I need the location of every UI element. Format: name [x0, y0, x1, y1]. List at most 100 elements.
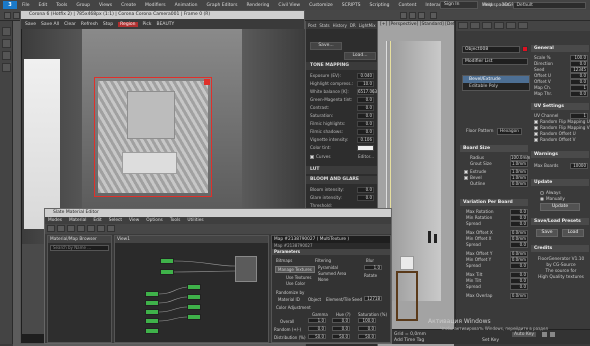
- add-time-tag[interactable]: Add Time Tag: [394, 338, 424, 343]
- menu-file[interactable]: File: [22, 3, 30, 8]
- save-all-button[interactable]: Save All: [41, 22, 59, 27]
- tab-stats[interactable]: Stats: [319, 23, 329, 28]
- hierarchy-tab-icon[interactable]: [482, 22, 492, 29]
- variation-rollout[interactable]: Variation Per Board: [460, 199, 528, 206]
- grout-spinner[interactable]: 1.0mm: [510, 161, 528, 167]
- menu-content[interactable]: Content: [399, 3, 417, 8]
- overall-gamma[interactable]: 1.0: [308, 318, 326, 323]
- mee-menu-modes[interactable]: Modes: [48, 218, 62, 223]
- credits-rollout[interactable]: Credits: [531, 245, 589, 252]
- curves-checkbox[interactable]: [310, 155, 314, 159]
- display-tab-icon[interactable]: [506, 22, 516, 29]
- stack-item-editable-poly[interactable]: Editable Poly: [463, 83, 529, 90]
- motion-tab-icon[interactable]: [494, 22, 504, 29]
- pick-button[interactable]: Pick: [143, 22, 152, 27]
- outline-spinner[interactable]: 0.0mm: [510, 181, 528, 187]
- vignette-field[interactable]: 0.106: [357, 137, 374, 143]
- tab-history[interactable]: History: [333, 23, 347, 28]
- random-hue[interactable]: 0.0: [332, 326, 350, 331]
- region-close-icon[interactable]: [204, 79, 210, 85]
- menu-civil-view[interactable]: Civil View: [278, 3, 300, 8]
- auto-key-button[interactable]: Auto Key: [512, 332, 537, 337]
- play-icon[interactable]: [542, 332, 547, 337]
- parameters-rollout[interactable]: Parameters: [272, 249, 390, 255]
- exposure-field[interactable]: 0.040: [357, 73, 374, 79]
- workspace-dropdown[interactable]: Default: [513, 1, 586, 9]
- sign-in-dropdown[interactable]: Sign In: [440, 1, 478, 9]
- load-preset-button[interactable]: Load: [562, 229, 584, 237]
- render-element-dropdown[interactable]: BEAUTY: [156, 22, 174, 27]
- white-balance-field[interactable]: 6517.063: [357, 89, 377, 95]
- spread-spinner[interactable]: 0.0: [510, 284, 528, 290]
- floor-pattern-dropdown[interactable]: Hexagon: [496, 128, 522, 135]
- scale-icon[interactable]: [2, 63, 11, 72]
- render-frame-icon[interactable]: [409, 12, 416, 19]
- max-overlap-spinner[interactable]: 0.0mm: [510, 293, 528, 299]
- region-selection-box[interactable]: [94, 77, 212, 197]
- lut-header[interactable]: LUT: [306, 166, 377, 174]
- render-setup-icon[interactable]: [400, 12, 407, 19]
- show-map-icon[interactable]: [97, 225, 105, 232]
- manually-radio[interactable]: Manually: [540, 196, 588, 202]
- checkbox[interactable]: [534, 126, 538, 130]
- save-button[interactable]: Save: [25, 22, 36, 27]
- blur-field[interactable]: 1.0: [364, 265, 382, 270]
- general-rollout[interactable]: General: [531, 45, 589, 52]
- seed-field[interactable]: 12718: [364, 296, 382, 301]
- utilities-tab-icon[interactable]: [518, 22, 528, 29]
- uv-flag[interactable]: Random Offset V: [534, 137, 588, 143]
- clear-button[interactable]: Clear: [64, 22, 76, 27]
- distribution-saturation[interactable]: 50.0: [358, 334, 376, 339]
- stack-item-bevel-extrude[interactable]: Bevel/Extrude: [463, 76, 529, 83]
- use-textures-option[interactable]: Use Textures: [286, 275, 311, 280]
- bloom-header[interactable]: BLOOM AND GLARE: [306, 176, 377, 184]
- move-children-icon[interactable]: [77, 225, 85, 232]
- object-name-field[interactable]: Object008: [462, 46, 520, 53]
- mee-menu-utilities[interactable]: Utilities: [187, 218, 203, 223]
- filmic-shadows-field[interactable]: 0.0: [357, 129, 374, 135]
- hide-unused-icon[interactable]: [87, 225, 95, 232]
- node-graph[interactable]: View1: [114, 235, 269, 343]
- glare-field[interactable]: 0.0: [357, 195, 374, 201]
- rand-object[interactable]: Object: [308, 297, 321, 302]
- checkbox[interactable]: [464, 170, 468, 174]
- distribution-gamma[interactable]: 50.0: [308, 334, 326, 339]
- menu-modifiers[interactable]: Modifiers: [145, 3, 166, 8]
- update-rollout[interactable]: Update: [531, 179, 589, 186]
- mee-menu-view[interactable]: View: [129, 218, 139, 223]
- region-button[interactable]: Region: [118, 21, 138, 27]
- checkbox[interactable]: [534, 132, 538, 136]
- spread-spinner[interactable]: 0.0: [510, 242, 528, 248]
- tone-mapping-header[interactable]: TONE MAPPING: [306, 62, 377, 70]
- distribution-hue[interactable]: 50.0: [332, 334, 350, 339]
- select-icon[interactable]: [2, 27, 11, 36]
- save-preset-button[interactable]: Save: [536, 229, 558, 237]
- menu-edit[interactable]: Edit: [39, 3, 48, 8]
- uv-channel-spinner[interactable]: 1: [570, 113, 588, 119]
- use-color-option[interactable]: Use Color: [286, 281, 305, 286]
- board-size-rollout[interactable]: Board Size: [460, 145, 528, 152]
- next-frame-icon[interactable]: [550, 332, 555, 337]
- color-tint-swatch[interactable]: [357, 145, 374, 151]
- object-color-swatch[interactable]: [522, 46, 528, 52]
- render-icon[interactable]: [418, 12, 425, 19]
- map-thr-spinner[interactable]: 0.0: [570, 91, 588, 97]
- rand-element[interactable]: Element/Tile: [326, 297, 351, 302]
- menu-views[interactable]: Views: [99, 3, 112, 8]
- manage-textures-button[interactable]: Manage Textures: [275, 266, 315, 273]
- warnings-rollout[interactable]: Warnings: [531, 151, 589, 158]
- delete-icon[interactable]: [67, 225, 75, 232]
- set-key-button[interactable]: Set Key: [482, 338, 499, 343]
- load-preset-button[interactable]: Load...: [344, 52, 376, 60]
- refresh-button[interactable]: Refresh: [81, 22, 98, 27]
- assign-material-icon[interactable]: [57, 225, 65, 232]
- bloom-field[interactable]: 0.0: [357, 187, 374, 193]
- menu-graph-editors[interactable]: Graph Editors: [207, 3, 238, 8]
- modifier-list-dropdown[interactable]: Modifier List: [462, 58, 528, 65]
- filter-pyramidal[interactable]: Pyramidal: [318, 265, 338, 270]
- browser-search-input[interactable]: Search by Name ...: [50, 245, 109, 251]
- mee-menu-material[interactable]: Material: [69, 218, 86, 223]
- move-icon[interactable]: [2, 39, 11, 48]
- menu-create[interactable]: Create: [121, 3, 136, 8]
- filter-summed-area[interactable]: Summed Area: [318, 271, 346, 276]
